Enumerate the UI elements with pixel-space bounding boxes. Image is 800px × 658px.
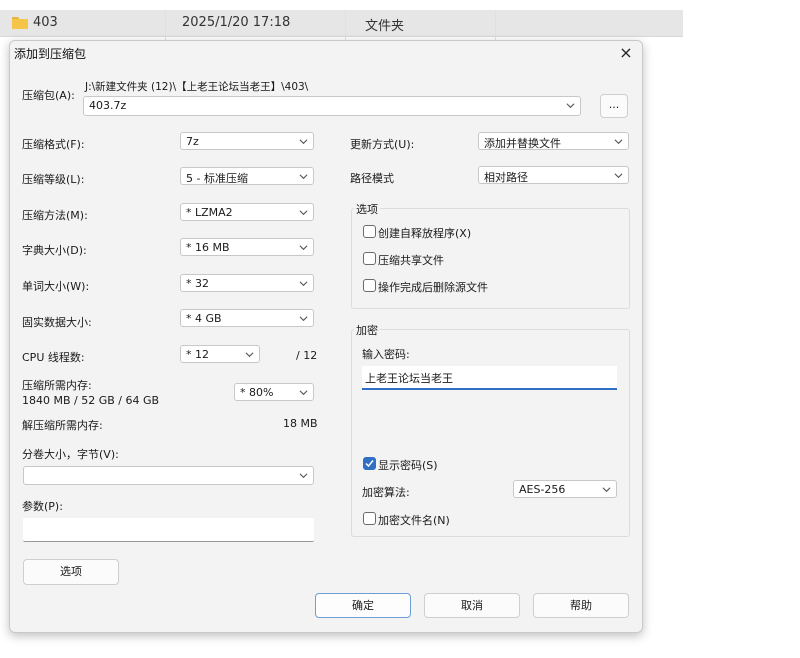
show-password-checkbox[interactable] <box>363 457 376 470</box>
file-name: 403 <box>33 15 58 30</box>
archive-label: 压缩包(A): <box>22 89 75 102</box>
file-type: 文件夹 <box>365 19 405 34</box>
dict-label: 字典大小(D): <box>22 244 87 257</box>
checkmark-icon <box>365 460 374 468</box>
dict-combo[interactable]: * 16 MB <box>180 238 314 256</box>
cpu-total: / 12 <box>296 349 318 362</box>
solid-combo[interactable]: * 4 GB <box>180 309 314 327</box>
chevron-down-icon <box>299 473 308 479</box>
cancel-button[interactable]: 取消 <box>424 593 520 618</box>
chevron-down-icon <box>566 103 575 109</box>
file-date: 2025/1/20 17:18 <box>182 15 291 30</box>
shared-files-checkbox[interactable] <box>363 252 376 265</box>
shared-files-label: 压缩共享文件 <box>378 254 444 267</box>
column-divider <box>495 10 496 40</box>
method-combo[interactable]: * LZMA2 <box>180 203 314 221</box>
format-label: 压缩格式(F): <box>22 138 85 151</box>
path-mode-label: 路径模式 <box>350 172 394 185</box>
folder-icon <box>12 17 28 29</box>
sfx-checkbox[interactable] <box>363 225 376 238</box>
explorer-file-row[interactable]: 403 2025/1/20 17:18 文件夹 <box>0 10 683 40</box>
chevron-down-icon <box>299 316 308 322</box>
add-to-archive-dialog: 添加到压缩包 × 压缩包(A): J:\新建文件夹 (12)\【上老王论坛当老王… <box>9 40 643 633</box>
chevron-down-icon <box>614 139 623 145</box>
help-button[interactable]: 帮助 <box>533 593 629 618</box>
sfx-label: 创建自释放程序(X) <box>378 227 472 240</box>
encryption-method-label: 加密算法: <box>362 486 410 499</box>
encryption-method-value: AES-256 <box>519 483 566 496</box>
password-input[interactable]: 上老王论坛当老王 <box>362 366 617 390</box>
format-value: 7z <box>186 135 199 148</box>
chevron-down-icon <box>245 352 254 358</box>
chevron-down-icon <box>614 173 623 179</box>
volume-combo[interactable] <box>23 466 314 485</box>
options-button[interactable]: 选项 <box>23 559 119 585</box>
chevron-down-icon <box>299 139 308 145</box>
encryption-method-combo[interactable]: AES-256 <box>513 480 617 498</box>
decomp-label: 解压缩所需内存: <box>22 419 103 432</box>
mem-percent-value: * 80% <box>240 386 274 399</box>
cpu-label: CPU 线程数: <box>22 351 85 364</box>
mem-label: 压缩所需内存: <box>22 379 92 392</box>
mem-value: 1840 MB / 52 GB / 64 GB <box>22 394 160 407</box>
archive-path: J:\新建文件夹 (12)\【上老王论坛当老王】\403\ <box>85 81 309 93</box>
show-password-label: 显示密码(S) <box>378 459 438 472</box>
chevron-down-icon <box>299 281 308 287</box>
chevron-down-icon <box>299 390 308 396</box>
cpu-value: * 12 <box>186 348 209 361</box>
ok-button[interactable]: 确定 <box>315 593 411 618</box>
method-value: * LZMA2 <box>186 206 233 219</box>
encrypt-names-checkbox[interactable] <box>363 512 376 525</box>
cpu-combo[interactable]: * 12 <box>180 345 260 363</box>
encryption-group-title: 加密 <box>354 322 380 338</box>
decomp-value: 18 MB <box>283 417 318 430</box>
path-mode-combo[interactable]: 相对路径 <box>478 166 629 184</box>
path-mode-value: 相对路径 <box>484 171 528 184</box>
delete-after-checkbox[interactable] <box>363 279 376 292</box>
word-label: 单词大小(W): <box>22 280 90 293</box>
volume-label: 分卷大小，字节(V): <box>22 448 119 461</box>
level-label: 压缩等级(L): <box>22 173 85 186</box>
word-combo[interactable]: * 32 <box>180 274 314 292</box>
column-divider <box>165 10 166 40</box>
archive-name-value: 403.7z <box>89 99 127 112</box>
update-value: 添加并替换文件 <box>484 137 561 150</box>
chevron-down-icon <box>299 210 308 216</box>
password-label: 输入密码: <box>362 348 410 361</box>
solid-value: * 4 GB <box>186 312 222 325</box>
level-combo[interactable]: 5 - 标准压缩 <box>180 167 314 185</box>
update-label: 更新方式(U): <box>350 138 415 151</box>
dict-value: * 16 MB <box>186 241 230 254</box>
chevron-down-icon <box>299 174 308 180</box>
word-value: * 32 <box>186 277 209 290</box>
mem-percent-combo[interactable]: * 80% <box>234 383 314 401</box>
format-combo[interactable]: 7z <box>180 132 314 150</box>
params-label: 参数(P): <box>22 500 63 513</box>
level-value: 5 - 标准压缩 <box>186 172 248 185</box>
params-input[interactable] <box>23 518 314 542</box>
delete-after-label: 操作完成后删除源文件 <box>378 281 488 294</box>
update-combo[interactable]: 添加并替换文件 <box>478 132 629 150</box>
close-icon[interactable]: × <box>614 42 638 64</box>
solid-label: 固实数据大小: <box>22 316 92 329</box>
dialog-title: 添加到压缩包 <box>14 47 87 61</box>
encrypt-names-label: 加密文件名(N) <box>378 514 450 527</box>
chevron-down-icon <box>299 245 308 251</box>
column-divider <box>345 10 346 40</box>
archive-name-combo[interactable]: 403.7z <box>83 96 581 116</box>
browse-button[interactable]: ... <box>600 94 628 118</box>
chevron-down-icon <box>602 487 611 493</box>
options-group-title: 选项 <box>354 201 380 217</box>
method-label: 压缩方法(M): <box>22 209 88 222</box>
password-value: 上老王论坛当老王 <box>365 372 453 385</box>
